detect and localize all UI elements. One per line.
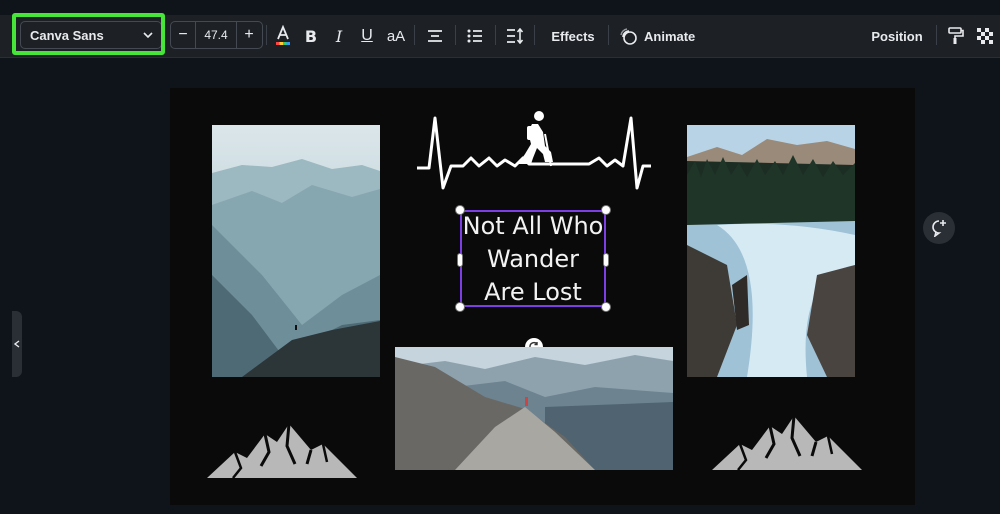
collapse-panel-tab[interactable] [12,311,22,377]
toolbar-divider [534,25,535,45]
text-color-button[interactable] [274,23,292,49]
mountain-graphic-left[interactable] [207,422,357,480]
align-center-icon [428,30,442,42]
ridge-photo[interactable] [395,347,673,470]
resize-handle-bottom-right[interactable] [601,302,611,312]
resize-handle-top-left[interactable] [455,205,465,215]
font-family-value: Canva Sans [30,27,104,43]
add-comment-icon [932,220,946,237]
toolbar-divider [495,25,496,45]
mountain-graphic-right[interactable] [712,414,862,472]
toolbar-divider [608,25,609,45]
transparency-button[interactable] [975,25,995,47]
design-page[interactable]: Not All Who Wander Are Lost [170,88,915,505]
resize-handle-bottom-left[interactable] [455,302,465,312]
waterfall-photo[interactable] [687,125,855,377]
copy-style-button[interactable] [946,25,966,47]
animate-label: Animate [644,28,696,44]
underline-button[interactable]: U [358,23,376,49]
animate-icon [620,27,637,45]
effects-button[interactable]: Effects [546,23,600,49]
text-align-button[interactable] [425,25,445,47]
list-icon [467,29,482,43]
hiker-heartbeat-graphic[interactable] [415,104,653,192]
position-button[interactable]: Position [868,23,926,49]
font-family-dropdown[interactable]: Canva Sans [20,21,162,49]
spacing-button[interactable] [505,25,525,47]
text-line-1: Not All Who [462,212,604,240]
add-comment-button[interactable] [923,212,955,244]
letter-case-button[interactable]: aA [384,23,408,49]
chevron-down-icon [143,32,153,39]
increase-font-size-button[interactable]: + [237,22,261,48]
toolbar-divider [455,25,456,45]
resize-handle-left[interactable] [457,253,463,267]
toolbar-divider [414,25,415,45]
resize-handle-top-right[interactable] [601,205,611,215]
text-line-2: Wander [487,245,579,273]
bold-button[interactable]: B [302,23,320,49]
decrease-font-size-button[interactable]: − [171,22,195,48]
font-size-input[interactable]: 47.4 [195,22,237,48]
animate-button[interactable]: Animate [620,23,698,49]
spacing-icon [507,28,524,44]
text-color-icon [276,25,290,45]
mountain-photo-left[interactable] [212,125,380,377]
selected-text-box[interactable]: Not All Who Wander Are Lost [460,210,606,307]
resize-handle-right[interactable] [603,253,609,267]
toolbar-divider [936,25,937,45]
toolbar-divider [266,25,267,45]
paint-roller-icon [948,27,964,44]
chevron-left-icon [14,340,20,348]
font-size-stepper: − 47.4 + [170,21,263,49]
transparency-icon [977,28,993,44]
italic-button[interactable]: I [330,23,348,49]
editor-toolbar: Canva Sans − 47.4 + B I U aA Effects Ani… [0,15,1000,58]
text-line-3: Are Lost [484,278,582,306]
list-button[interactable] [465,25,485,47]
